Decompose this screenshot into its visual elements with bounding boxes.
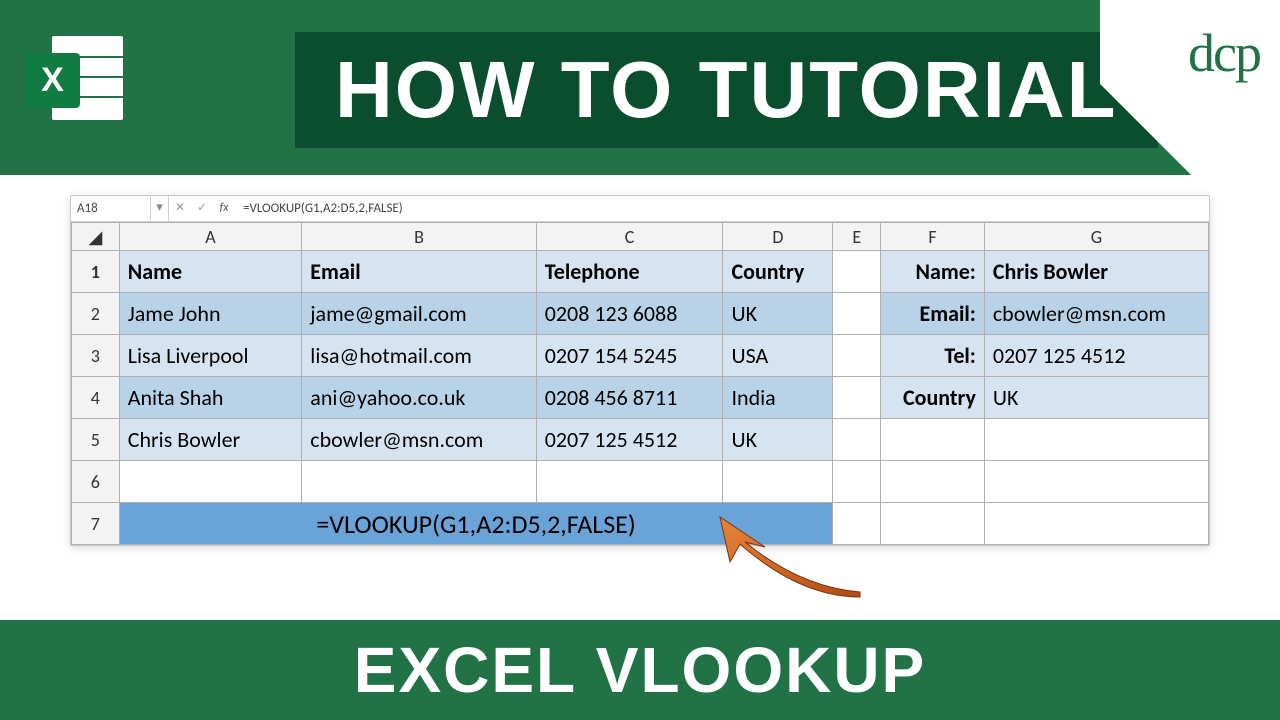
cell[interactable] (833, 293, 881, 335)
cell[interactable] (833, 377, 881, 419)
col-header-G[interactable]: G (984, 223, 1208, 251)
cell[interactable]: Name: (881, 251, 985, 293)
tutorial-title: HOW TO TUTORIAL (295, 32, 1158, 148)
table-row: 2 Jame John jame@gmail.com 0208 123 6088… (72, 293, 1209, 335)
cell[interactable] (302, 461, 536, 503)
cell[interactable] (833, 461, 881, 503)
col-header-B[interactable]: B (302, 223, 536, 251)
cell[interactable] (833, 419, 881, 461)
col-header-E[interactable]: E (833, 223, 881, 251)
name-box[interactable]: A18 (71, 196, 151, 221)
row-header[interactable]: 7 (72, 503, 120, 545)
dcp-logo: dcp (1188, 22, 1260, 84)
cell[interactable]: USA (723, 335, 833, 377)
cell[interactable]: UK (723, 293, 833, 335)
cell[interactable]: Email (302, 251, 536, 293)
cell[interactable]: 0207 125 4512 (536, 419, 723, 461)
cell[interactable]: cbowler@msn.com (302, 419, 536, 461)
cell[interactable]: Anita Shah (119, 377, 302, 419)
fx-icon[interactable]: fx (213, 196, 235, 221)
column-headers: ◢ A B C D E F G (72, 223, 1209, 251)
table-row: 4 Anita Shah ani@yahoo.co.uk 0208 456 87… (72, 377, 1209, 419)
cell[interactable]: 0207 154 5245 (536, 335, 723, 377)
cell[interactable] (119, 461, 302, 503)
cell[interactable]: Email: (881, 293, 985, 335)
cell[interactable]: 0208 123 6088 (536, 293, 723, 335)
cell[interactable]: 0207 125 4512 (984, 335, 1208, 377)
cell[interactable]: Telephone (536, 251, 723, 293)
col-header-C[interactable]: C (536, 223, 723, 251)
table-row: 1 Name Email Telephone Country Name: Chr… (72, 251, 1209, 293)
table-row: 7 =VLOOKUP(G1,A2:D5,2,FALSE) (72, 503, 1209, 545)
formula-input[interactable]: =VLOOKUP(G1,A2:D5,2,FALSE) (235, 201, 1209, 216)
col-header-A[interactable]: A (119, 223, 302, 251)
cell[interactable]: Chris Bowler (119, 419, 302, 461)
excel-icon: X (25, 28, 125, 128)
row-header[interactable]: 2 (72, 293, 120, 335)
cell[interactable]: India (723, 377, 833, 419)
cell[interactable]: 0208 456 8711 (536, 377, 723, 419)
col-header-D[interactable]: D (723, 223, 833, 251)
cell[interactable]: Country (723, 251, 833, 293)
cell[interactable]: ani@yahoo.co.uk (302, 377, 536, 419)
cell[interactable]: lisa@hotmail.com (302, 335, 536, 377)
excel-badge: X (25, 53, 80, 108)
cell[interactable] (536, 461, 723, 503)
formula-bar: A18 ▾ ✕ ✓ fx =VLOOKUP(G1,A2:D5,2,FALSE) (71, 196, 1209, 222)
select-all-cell[interactable]: ◢ (72, 223, 120, 251)
cell[interactable]: UK (984, 377, 1208, 419)
cell[interactable] (833, 503, 881, 545)
cell[interactable] (833, 335, 881, 377)
row-header[interactable]: 6 (72, 461, 120, 503)
table-row: 5 Chris Bowler cbowler@msn.com 0207 125 … (72, 419, 1209, 461)
cell[interactable] (833, 251, 881, 293)
row-header[interactable]: 3 (72, 335, 120, 377)
cell[interactable] (984, 419, 1208, 461)
bottom-banner: EXCEL VLOOKUP (0, 620, 1280, 720)
table-row: 6 (72, 461, 1209, 503)
row-header[interactable]: 4 (72, 377, 120, 419)
name-box-dropdown-icon[interactable]: ▾ (151, 196, 169, 221)
cell[interactable]: Lisa Liverpool (119, 335, 302, 377)
cell[interactable]: Chris Bowler (984, 251, 1208, 293)
cell[interactable]: jame@gmail.com (302, 293, 536, 335)
spreadsheet-panel: A18 ▾ ✕ ✓ fx =VLOOKUP(G1,A2:D5,2,FALSE) … (70, 195, 1210, 546)
worksheet-grid[interactable]: ◢ A B C D E F G 1 Name Email Telephone C… (71, 222, 1209, 545)
row-header[interactable]: 1 (72, 251, 120, 293)
cell[interactable]: Country (881, 377, 985, 419)
formula-display-cell[interactable]: =VLOOKUP(G1,A2:D5,2,FALSE) (119, 503, 833, 545)
cell[interactable] (881, 419, 985, 461)
cell[interactable] (984, 503, 1208, 545)
cell[interactable] (881, 503, 985, 545)
cell[interactable] (984, 461, 1208, 503)
enter-icon[interactable]: ✓ (191, 196, 213, 221)
cancel-icon[interactable]: ✕ (169, 196, 191, 221)
cell[interactable]: Jame John (119, 293, 302, 335)
cell[interactable]: UK (723, 419, 833, 461)
cell[interactable] (881, 461, 985, 503)
cell[interactable] (723, 461, 833, 503)
row-header[interactable]: 5 (72, 419, 120, 461)
col-header-F[interactable]: F (881, 223, 985, 251)
footer-title: EXCEL VLOOKUP (354, 633, 926, 707)
table-row: 3 Lisa Liverpool lisa@hotmail.com 0207 1… (72, 335, 1209, 377)
cell[interactable]: cbowler@msn.com (984, 293, 1208, 335)
cell[interactable]: Tel: (881, 335, 985, 377)
cell[interactable]: Name (119, 251, 302, 293)
